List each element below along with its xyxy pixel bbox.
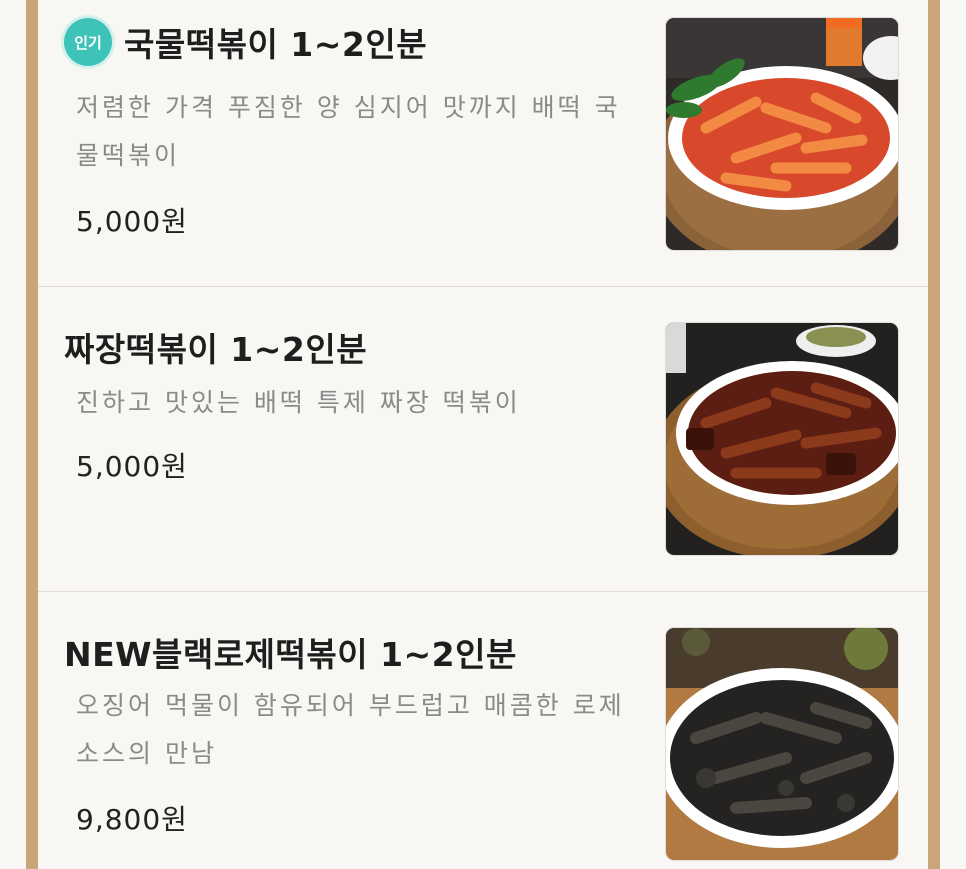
menu-item-price: 9,800원 bbox=[76, 803, 188, 836]
page-margin-right bbox=[940, 0, 966, 869]
menu-item-title-row: 인기 국물떡볶이 1~2인분 bbox=[64, 18, 427, 66]
menu-item-description: 오징어 먹물이 함유되어 부드럽고 매콤한 로제 소스의 만남 bbox=[76, 691, 625, 768]
menu-frame-left-border bbox=[26, 0, 38, 869]
menu-item[interactable]: 짜장떡볶이 1~2인분 진하고 맛있는 배떡 특제 짜장 떡볶이 5,000원 bbox=[38, 287, 928, 592]
menu-item-title-row: 짜장떡볶이 1~2인분 bbox=[64, 323, 367, 371]
menu-item-title-row: NEW블랙로제떡볶이 1~2인분 bbox=[64, 628, 517, 676]
menu-item-price: 5,000원 bbox=[76, 450, 188, 483]
menu-item-name: 짜장떡볶이 1~2인분 bbox=[64, 330, 368, 369]
menu-item-description: 진하고 맛있는 배떡 특제 짜장 떡볶이 bbox=[76, 388, 521, 417]
red-tteokbokki-dish-photo[interactable] bbox=[666, 18, 898, 250]
black-rose-tteokbokki-dish-photo[interactable] bbox=[666, 628, 898, 860]
page-margin-left bbox=[0, 0, 26, 869]
menu-item[interactable]: 인기 국물떡볶이 1~2인분 저렴한 가격 푸짐한 양 심지어 맛까지 배떡 국… bbox=[38, 0, 928, 287]
menu-item-description: 저렴한 가격 푸짐한 양 심지어 맛까지 배떡 국물떡볶이 bbox=[76, 93, 621, 170]
menu-item-price: 5,000원 bbox=[76, 205, 188, 238]
popular-badge: 인기 bbox=[64, 18, 112, 66]
jjajang-tteokbokki-dish-photo[interactable] bbox=[666, 323, 898, 555]
menu-item[interactable]: NEW블랙로제떡볶이 1~2인분 오징어 먹물이 함유되어 부드럽고 매콤한 로… bbox=[38, 592, 928, 869]
menu-list: 인기 국물떡볶이 1~2인분 저렴한 가격 푸짐한 양 심지어 맛까지 배떡 국… bbox=[38, 0, 928, 869]
menu-frame-right-border bbox=[928, 0, 940, 869]
menu-item-name: NEW블랙로제떡볶이 1~2인분 bbox=[64, 635, 517, 674]
menu-item-name: 국물떡볶이 1~2인분 bbox=[124, 25, 428, 64]
